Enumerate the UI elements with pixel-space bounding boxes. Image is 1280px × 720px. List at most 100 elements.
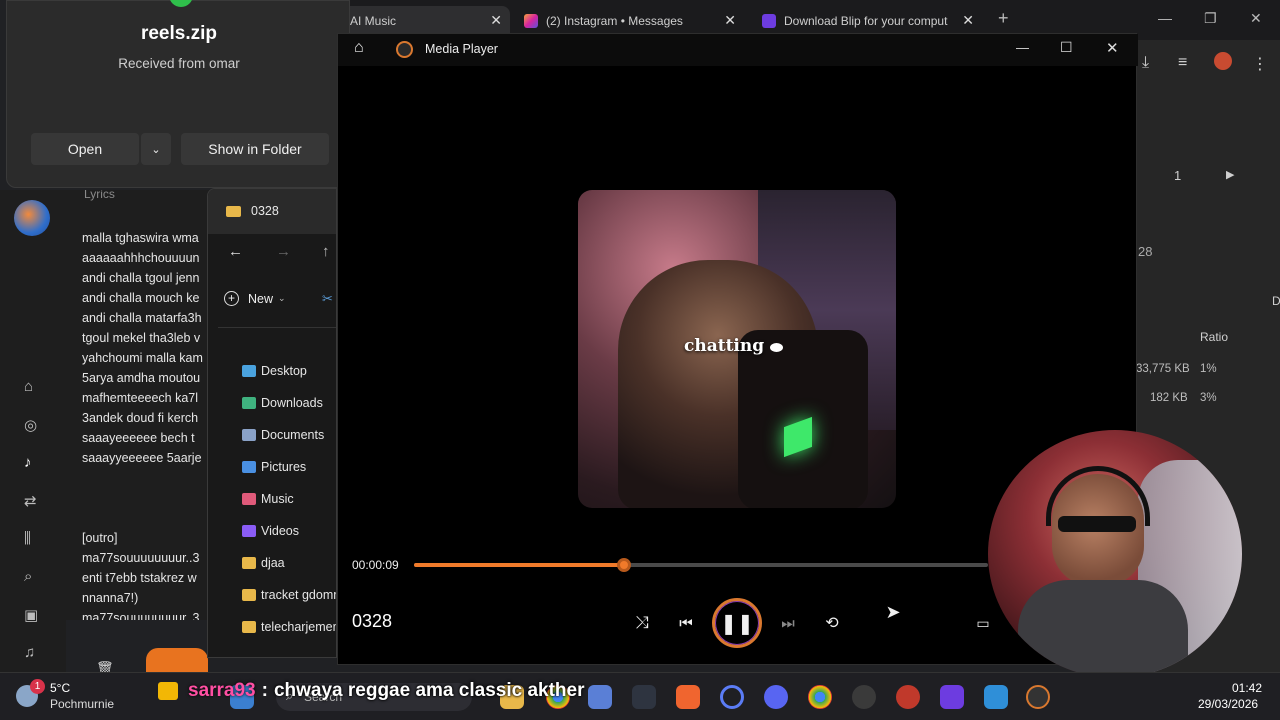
queue-icon[interactable]: ⇄	[24, 492, 37, 510]
lyric-line: aaaaaahhhchouuuun	[82, 251, 200, 265]
weather-widget[interactable]: 1 5°C Pochmurnie	[16, 679, 126, 715]
nav-item-videos[interactable]: Videos	[208, 517, 336, 545]
speech-bubble-icon	[770, 343, 783, 352]
cortana-icon[interactable]	[720, 685, 744, 709]
home-icon[interactable]: ⌂	[354, 39, 364, 57]
tab-blip[interactable]: Download Blip for your comput ✕	[752, 6, 982, 36]
tab-ai-music[interactable]: AI Music ✕	[340, 6, 510, 36]
explore-icon[interactable]: ◎	[24, 416, 37, 434]
folder-icon	[226, 206, 241, 217]
seek-thumb[interactable]	[616, 558, 631, 572]
close-icon[interactable]: ✕	[1106, 39, 1119, 57]
lyric-line: andi challa mouch ke	[82, 291, 200, 305]
nav-item-music[interactable]: Music	[208, 485, 336, 513]
library-icon[interactable]: ⫼	[24, 530, 31, 547]
close-icon[interactable]: ✕	[962, 12, 974, 29]
play-bar-button[interactable]	[146, 648, 208, 672]
shield-icon[interactable]	[1214, 52, 1232, 70]
lyrics-panel: Lyrics malla tghaswira wma aaaaaahhhchou…	[66, 190, 211, 620]
music-icon	[242, 493, 256, 505]
album-avatar[interactable]	[14, 200, 50, 236]
restore-icon[interactable]: ❐	[1204, 10, 1217, 27]
download-icon[interactable]: ⤓	[1142, 54, 1149, 72]
home-icon[interactable]: ⌂	[24, 378, 33, 395]
tab-label: Download Blip for your comput	[784, 14, 948, 28]
lyric-line: andi challa tgoul jenn	[82, 271, 200, 285]
seek-bar[interactable]	[414, 558, 988, 572]
obs-icon[interactable]	[852, 685, 876, 709]
lyric-line: tgoul mekel tha3leb v	[82, 331, 201, 345]
nav-item-telecharjement[interactable]: telecharjement	[208, 613, 337, 641]
show-in-folder-button[interactable]: Show in Folder	[181, 133, 329, 165]
nav-item-desktop[interactable]: Desktop	[208, 357, 336, 385]
new-button[interactable]: + New ⌄	[224, 291, 286, 306]
nav-item-downloads[interactable]: Downloads	[208, 389, 336, 417]
previous-icon[interactable]: ⏮	[674, 612, 698, 634]
notepad-icon[interactable]	[984, 685, 1008, 709]
minimize-icon[interactable]: —	[1158, 10, 1172, 26]
close-icon[interactable]: ✕	[490, 12, 502, 29]
repeat-off-icon[interactable]: ⟲	[820, 612, 844, 634]
media-player-taskbar-icon[interactable]	[1026, 685, 1050, 709]
download-popup: reels.zip Received from omar Open ⌄ Show…	[6, 0, 350, 188]
minimize-icon[interactable]: —	[1016, 40, 1029, 55]
menu-icon[interactable]: ⋮	[1252, 54, 1268, 74]
nav-item-label: Videos	[261, 524, 299, 538]
subtitles-icon[interactable]: ▭	[972, 613, 994, 633]
maximize-icon[interactable]: ☐	[1060, 39, 1073, 56]
chat-separator: :	[261, 680, 268, 701]
caption-text: chatting	[684, 336, 765, 356]
device-icon[interactable]: ▣	[24, 606, 38, 624]
next-page-icon[interactable]: ▶	[1226, 168, 1234, 181]
nav-item-label: Desktop	[261, 364, 307, 378]
nav-item-tracket[interactable]: tracket gdomm	[208, 581, 337, 609]
tab-label: AI Music	[350, 14, 397, 28]
discord-icon[interactable]	[764, 685, 788, 709]
brave-icon[interactable]	[676, 685, 700, 709]
back-icon[interactable]: ←	[228, 243, 243, 260]
tab-instagram[interactable]: (2) Instagram • Messages ✕	[514, 6, 744, 36]
nav-item-documents[interactable]: Documents	[208, 421, 336, 449]
terminal-icon[interactable]	[632, 685, 656, 709]
pause-button[interactable]: ❚❚	[712, 598, 762, 648]
playlist-icon[interactable]: ≡	[1178, 54, 1187, 72]
chrome-profile-icon[interactable]	[808, 685, 832, 709]
open-button[interactable]: Open	[31, 133, 139, 165]
chat-username: sarra93	[188, 680, 256, 701]
nav-item-label: Documents	[261, 428, 325, 442]
forward-icon[interactable]: →	[276, 243, 291, 260]
up-icon[interactable]: ↑	[322, 243, 330, 260]
nav-item-label: tracket gdomm	[261, 588, 337, 602]
close-window-icon[interactable]: ✕	[1250, 10, 1262, 27]
video-frame[interactable]: chatting	[578, 190, 896, 508]
nav-item-pictures[interactable]: Pictures	[208, 453, 336, 481]
page-number[interactable]: 1	[1174, 168, 1181, 183]
blip-icon[interactable]	[940, 685, 964, 709]
shuffle-icon[interactable]: ⤨	[630, 612, 654, 634]
media-player-logo-icon	[396, 41, 413, 58]
lyrics-header: Lyrics	[84, 190, 115, 201]
nav-item-label: Downloads	[261, 396, 323, 410]
lyric-line: andi challa matarfa3h	[82, 311, 202, 325]
next-icon[interactable]: ⏭	[776, 612, 800, 634]
store-icon[interactable]	[588, 685, 612, 709]
cut-icon[interactable]: ✂	[322, 291, 333, 307]
search-icon[interactable]: ⌕	[24, 568, 32, 585]
right-fragment: D	[1272, 294, 1280, 308]
close-icon[interactable]: ✕	[724, 12, 736, 29]
notification-icon[interactable]: ♫	[24, 644, 35, 661]
nav-item-djaa[interactable]: djaa	[208, 549, 336, 577]
lyric-line: ma77souuuuuuuur..3	[82, 551, 200, 565]
webcam-overlay	[988, 430, 1242, 678]
open-options-dropdown[interactable]: ⌄	[141, 133, 171, 165]
nav-item-label: telecharjement	[261, 620, 337, 634]
track-title: 0328	[352, 611, 393, 631]
new-label: New	[248, 291, 274, 306]
lyric-line: nnanna7!)	[82, 591, 139, 605]
weather-desc: Pochmurnie	[50, 697, 115, 711]
file-explorer: 0328 ← → ↑ + New ⌄ ✂ Desktop Downloads D…	[207, 188, 337, 658]
new-tab-button[interactable]: +	[998, 8, 1009, 29]
music-note-icon[interactable]: ♪	[24, 454, 32, 471]
explorer-title: 0328	[251, 204, 279, 218]
game-icon[interactable]	[896, 685, 920, 709]
